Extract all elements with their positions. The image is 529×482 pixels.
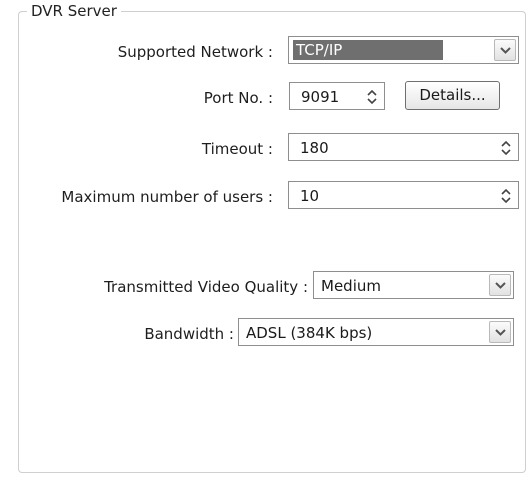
port-spinbox[interactable]: 9091	[289, 82, 385, 110]
chevron-down-icon[interactable]	[489, 321, 511, 343]
video-quality-label: Transmitted Video Quality :	[104, 278, 308, 296]
timeout-spinbox[interactable]: 180	[288, 133, 519, 161]
spin-arrows-icon[interactable]	[498, 186, 514, 206]
spin-arrows-icon[interactable]	[364, 87, 380, 107]
bandwidth-value: ADSL (384K bps)	[246, 324, 373, 342]
max-users-value: 10	[300, 187, 320, 205]
chevron-down-icon[interactable]	[489, 274, 511, 296]
port-value: 9091	[301, 88, 340, 106]
max-users-label: Maximum number of users :	[61, 188, 273, 206]
video-quality-value: Medium	[321, 277, 381, 295]
supported-network-label: Supported Network :	[117, 43, 273, 61]
bandwidth-label: Bandwidth :	[144, 325, 234, 343]
details-button[interactable]: Details...	[405, 81, 500, 110]
chevron-down-icon[interactable]	[494, 39, 516, 61]
spin-arrows-icon[interactable]	[498, 138, 514, 158]
port-label: Port No. :	[203, 89, 273, 107]
bandwidth-select[interactable]: ADSL (384K bps)	[238, 318, 514, 346]
timeout-value: 180	[300, 139, 329, 157]
groupbox-title: DVR Server	[27, 2, 121, 20]
max-users-spinbox[interactable]: 10	[288, 181, 519, 209]
timeout-label: Timeout :	[201, 140, 273, 158]
supported-network-select[interactable]: TCP/IP	[288, 36, 519, 64]
selected-highlight: TCP/IP	[293, 40, 443, 60]
supported-network-value: TCP/IP	[296, 41, 343, 59]
video-quality-select[interactable]: Medium	[313, 271, 514, 299]
